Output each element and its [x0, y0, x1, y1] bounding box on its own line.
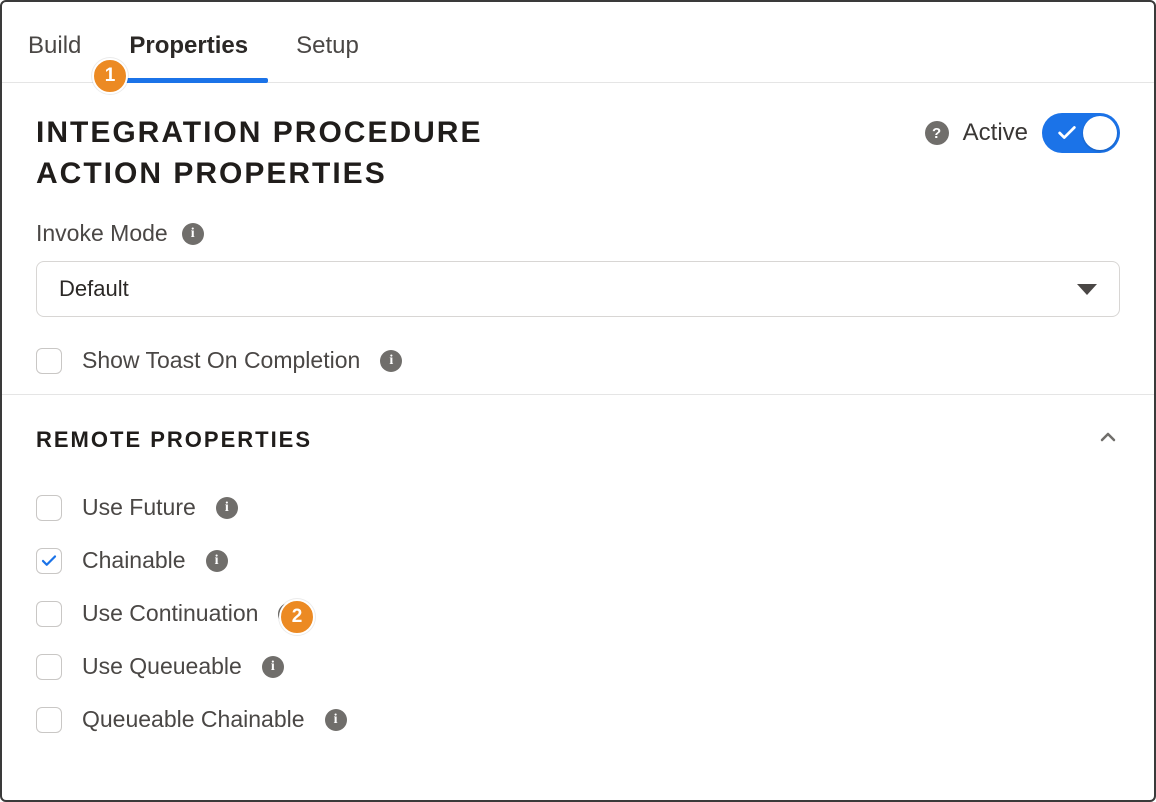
collapse-section-button[interactable] [1096, 425, 1120, 454]
invoke-mode-value: Default [59, 276, 129, 302]
info-icon[interactable]: i [325, 709, 347, 731]
page-title-line2: ACTION PROPERTIES [36, 157, 387, 190]
remote-properties-title: REMOTE PROPERTIES [36, 427, 312, 453]
callout-2: 2 [279, 599, 315, 635]
check-icon [1056, 122, 1078, 149]
use-future-label: Use Future [82, 494, 196, 521]
show-toast-checkbox[interactable] [36, 348, 62, 374]
use-continuation-row: Use Continuation i [36, 600, 1120, 627]
use-future-checkbox[interactable] [36, 495, 62, 521]
page-title: INTEGRATION PROCEDURE ACTION PROPERTIES [36, 113, 482, 194]
remote-properties-list: Use Future i Chainable i Use Continuatio… [36, 494, 1120, 733]
chevron-down-icon [1077, 284, 1097, 295]
tab-bar: Build Properties Setup [2, 2, 1154, 83]
remote-properties-section: REMOTE PROPERTIES Use Future i Chainable… [2, 395, 1154, 743]
invoke-mode-select[interactable]: Default [36, 261, 1120, 317]
use-queueable-label: Use Queueable [82, 653, 242, 680]
queueable-chainable-checkbox[interactable] [36, 707, 62, 733]
app-frame: 1 2 Build Properties Setup INTEGRATION P… [0, 0, 1156, 802]
use-continuation-label: Use Continuation [82, 600, 258, 627]
help-icon[interactable]: ? [925, 121, 949, 145]
tab-setup[interactable]: Setup [278, 2, 389, 82]
properties-header: INTEGRATION PROCEDURE ACTION PROPERTIES … [2, 83, 1154, 202]
info-icon[interactable]: i [262, 656, 284, 678]
use-continuation-checkbox[interactable] [36, 601, 62, 627]
info-icon[interactable]: i [182, 223, 204, 245]
active-toggle-group: ? Active [925, 113, 1120, 153]
invoke-mode-label: Invoke Mode i [36, 220, 1120, 247]
toggle-knob [1083, 116, 1117, 150]
show-toast-row: Show Toast On Completion i [36, 347, 1120, 374]
callout-1: 1 [92, 58, 128, 94]
chainable-row: Chainable i [36, 547, 1120, 574]
remote-properties-header: REMOTE PROPERTIES [36, 425, 1120, 454]
active-label: Active [963, 119, 1028, 147]
info-icon[interactable]: i [380, 350, 402, 372]
queueable-chainable-label: Queueable Chainable [82, 706, 305, 733]
main-properties: Invoke Mode i Default Show Toast On Comp… [2, 202, 1154, 395]
page-title-line1: INTEGRATION PROCEDURE [36, 116, 482, 149]
active-toggle[interactable] [1042, 113, 1120, 153]
show-toast-label: Show Toast On Completion [82, 347, 360, 374]
use-future-row: Use Future i [36, 494, 1120, 521]
info-icon[interactable]: i [206, 550, 228, 572]
chainable-label: Chainable [82, 547, 186, 574]
tab-properties[interactable]: Properties [111, 2, 278, 82]
queueable-chainable-row: Queueable Chainable i [36, 706, 1120, 733]
use-queueable-checkbox[interactable] [36, 654, 62, 680]
info-icon[interactable]: i [216, 497, 238, 519]
chainable-checkbox[interactable] [36, 548, 62, 574]
invoke-mode-label-text: Invoke Mode [36, 220, 168, 247]
use-queueable-row: Use Queueable i [36, 653, 1120, 680]
